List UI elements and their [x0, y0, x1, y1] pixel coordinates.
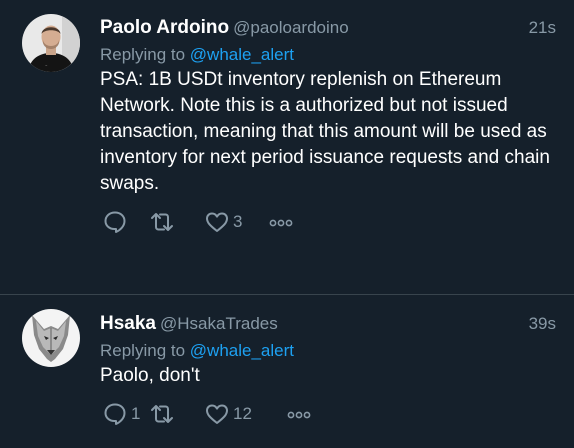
heart-icon	[206, 404, 228, 424]
mention-link[interactable]: @whale_alert	[190, 45, 294, 64]
reply-count: 1	[131, 404, 141, 423]
tweet[interactable]: Hsaka @HsakaTrades 39s Replying to @whale…	[0, 295, 574, 448]
like-button[interactable]: 3	[204, 209, 242, 235]
retweet-button[interactable]	[148, 401, 179, 427]
retweet-icon	[151, 405, 173, 423]
timestamp[interactable]: 21s	[529, 17, 556, 39]
timestamp[interactable]: 39s	[529, 313, 556, 335]
person-photo-icon: ~	[22, 14, 80, 72]
user-handle[interactable]: @paoloardoino	[233, 18, 349, 37]
heart-icon	[206, 212, 228, 232]
like-count: 3	[233, 212, 243, 231]
tweet-text: PSA: 1B USDt inventory replenish on Ethe…	[100, 69, 550, 194]
more-icon	[287, 411, 311, 419]
retweet-button[interactable]	[148, 209, 179, 235]
replying-to: Replying to @whale_alert	[100, 340, 560, 362]
user-handle[interactable]: @HsakaTrades	[160, 314, 278, 333]
wolf-head-icon	[22, 309, 80, 367]
replying-to: Replying to @whale_alert	[100, 44, 560, 66]
display-name[interactable]: Paolo Ardoino	[100, 17, 229, 38]
retweet-icon	[151, 213, 173, 231]
tweet[interactable]: ~ Paolo Ardoino @paoloardoino 21s Replyin…	[0, 0, 574, 295]
tweet-actions: 3	[100, 209, 560, 235]
more-options-button[interactable]	[286, 401, 312, 427]
mention-link[interactable]: @whale_alert	[190, 341, 294, 360]
tweet-text: Paolo, don't	[100, 365, 200, 386]
display-name[interactable]: Hsaka	[100, 313, 156, 334]
tweet-actions: 1 12	[100, 401, 560, 427]
like-button[interactable]: 12	[204, 401, 252, 427]
more-icon	[269, 219, 293, 227]
reply-icon	[104, 403, 126, 425]
like-count: 12	[233, 404, 252, 423]
reply-button[interactable]	[102, 209, 131, 235]
replying-to-label: Replying to	[100, 45, 186, 64]
reply-button[interactable]: 1	[102, 401, 140, 427]
avatar[interactable]	[22, 309, 80, 367]
replying-to-label: Replying to	[100, 341, 186, 360]
avatar[interactable]: ~	[22, 14, 80, 72]
reply-icon	[104, 211, 126, 233]
more-options-button[interactable]	[268, 209, 294, 235]
